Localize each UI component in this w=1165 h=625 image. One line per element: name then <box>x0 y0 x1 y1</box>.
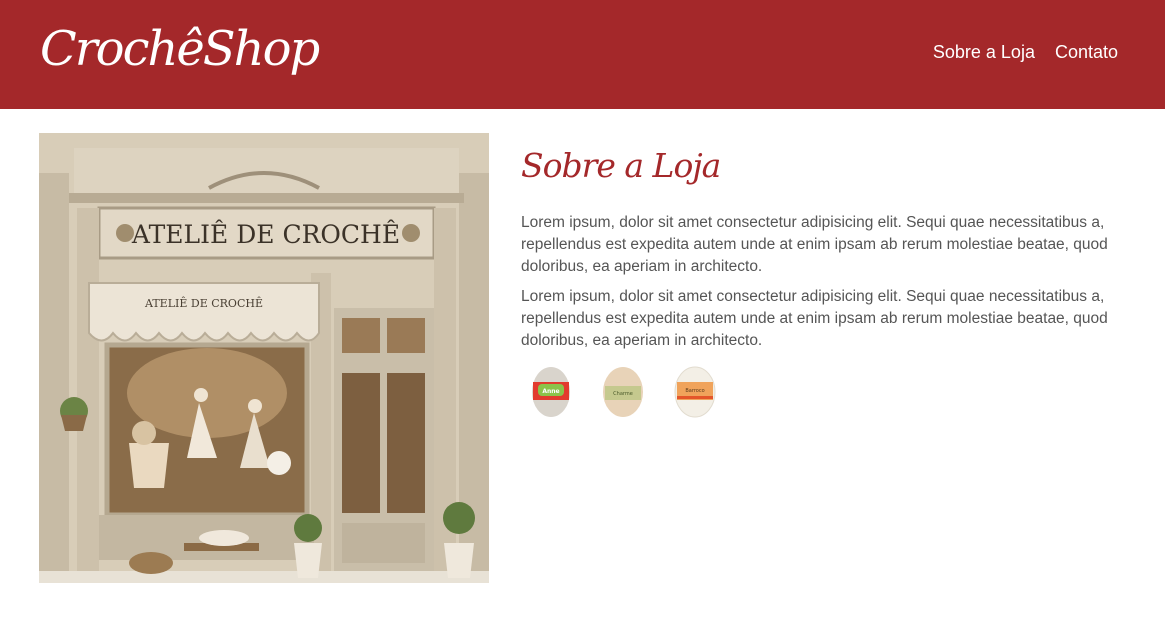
site-header: CrochêShop Sobre a Loja Contato <box>0 0 1165 109</box>
about-section: Sobre a Loja Lorem ipsum, dolor sit amet… <box>521 140 1121 427</box>
yarn-label-charme: Charme <box>613 391 633 397</box>
product-gallery: Anne Charme Barroco <box>521 362 1121 427</box>
product-thumbnail[interactable]: Barroco <box>673 362 717 427</box>
yarn-label-anne: Anne <box>542 388 559 395</box>
yarn-ball-icon: Charme <box>603 367 643 417</box>
main-nav: Sobre a Loja Contato <box>933 40 1118 64</box>
storefront-image: ATELIÊ DE CROCHÊ ATELIÊ DE CROCHÊ <box>39 133 489 583</box>
nav-link-sobre-a-loja[interactable]: Sobre a Loja <box>933 40 1035 64</box>
yarn-ball-icon: Barroco <box>674 366 716 418</box>
about-paragraph: Lorem ipsum, dolor sit amet consectetur … <box>521 214 1108 275</box>
about-paragraph: Lorem ipsum, dolor sit amet consectetur … <box>521 288 1108 349</box>
yarn-label-barroco: Barroco <box>685 388 704 394</box>
nav-link-contato[interactable]: Contato <box>1055 40 1118 64</box>
section-title: Sobre a Loja <box>521 146 721 185</box>
product-thumbnail[interactable]: Charme <box>601 362 645 427</box>
yarn-ball-icon: Anne <box>532 367 570 417</box>
logo[interactable]: CrochêShop <box>40 14 320 84</box>
sign-text: ATELIÊ DE CROCHÊ <box>131 220 400 249</box>
product-thumbnail[interactable]: Anne <box>529 362 573 427</box>
awning-text: ATELIÊ DE CROCHÊ <box>144 296 263 310</box>
